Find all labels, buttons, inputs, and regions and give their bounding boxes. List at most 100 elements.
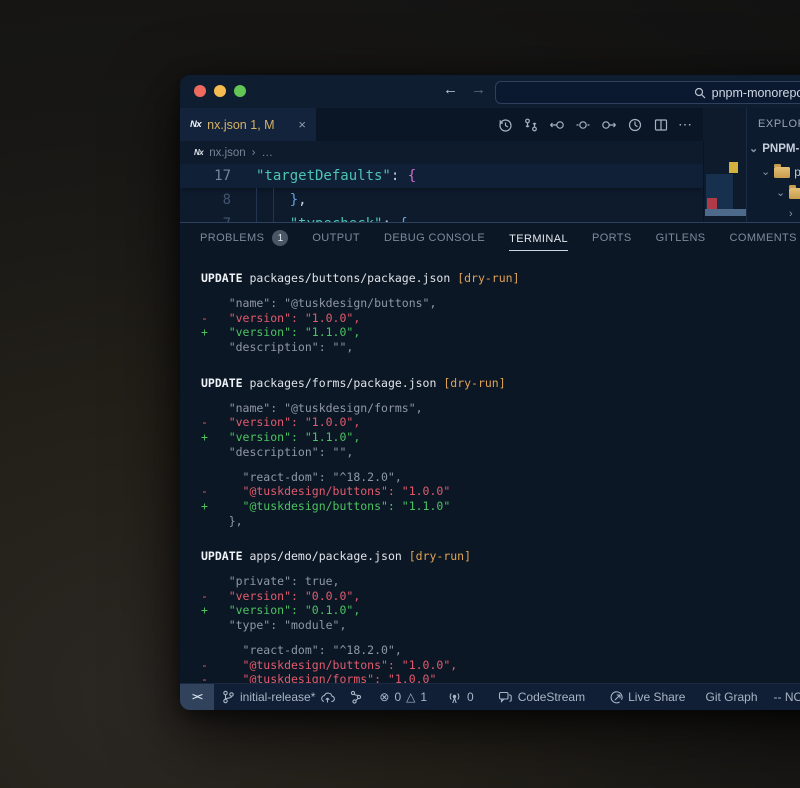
warning-count: 1	[420, 690, 427, 704]
broadcast-tower-icon	[447, 690, 462, 704]
nx-file-icon-small: Nx	[194, 148, 203, 157]
folder-open-icon	[789, 188, 800, 199]
line-number: 8	[180, 188, 236, 212]
remote-indicator[interactable]: ><	[180, 684, 214, 710]
traffic-lights	[194, 85, 246, 97]
nx-file-icon: Nx	[190, 119, 201, 130]
run-clock-icon[interactable]	[626, 116, 643, 133]
terminal-update-block-buttons: UPDATE packages/buttons/package.json [dr…	[201, 271, 800, 355]
vscode-window: ← → pnpm-monorepo Nx nx.json 1, M × ⋯ Nx…	[180, 75, 800, 710]
panel-tab-bar: PROBLEMS1 OUTPUT DEBUG CONSOLE TERMINAL …	[180, 223, 800, 253]
breadcrumb-separator-icon: ›	[252, 147, 256, 159]
tab-ports[interactable]: PORTS	[592, 223, 632, 253]
tab-terminal[interactable]: TERMINAL	[509, 223, 568, 253]
diff-context-line: "react-dom": "^18.2.0",	[201, 643, 800, 658]
git-branch-icon	[222, 690, 235, 704]
more-actions-icon[interactable]: ⋯	[678, 116, 693, 133]
tab-debug-console[interactable]: DEBUG CONSOLE	[384, 223, 485, 253]
terminal-output: UPDATE packages/buttons/package.json [dr…	[180, 253, 800, 702]
update-header: UPDATE packages/buttons/package.json [dr…	[201, 271, 800, 286]
diff-added-line: + "version": "1.1.0",	[201, 430, 800, 445]
explorer-tree-item[interactable]: ›	[789, 209, 793, 220]
navigate-back-button[interactable]: ←	[443, 81, 458, 98]
explorer-root-item[interactable]: ⌄ PNPM-MONOREPO	[749, 143, 800, 155]
problems-status[interactable]: ⊗ 0 △ 1	[379, 690, 427, 704]
breadcrumb: Nx nx.json › …	[180, 141, 717, 164]
live-share-icon	[609, 690, 623, 704]
folder-open-icon	[774, 167, 790, 178]
commit-graph-icon	[349, 690, 363, 704]
title-bar: ← → pnpm-monorepo	[180, 75, 800, 108]
navigate-forward-button[interactable]: →	[471, 81, 486, 98]
editor-line-7: 7 "typecheck": {	[180, 212, 703, 222]
tab-output[interactable]: OUTPUT	[312, 223, 360, 253]
explorer-sidebar: EXPLORER ⌄ PNPM-MONOREPO ⌄ packages ⌄ ›	[746, 108, 800, 222]
branch-name: initial-release*	[240, 690, 315, 704]
diff-context-line: "name": "@tuskdesign/forms",	[201, 401, 800, 416]
editor-line-17: 17 "targetDefaults": {	[180, 164, 703, 188]
problems-count-badge: 1	[272, 230, 288, 246]
broadcast-count: 0	[467, 690, 474, 704]
tab-nx-json[interactable]: Nx nx.json 1, M ×	[180, 108, 316, 141]
diff-removed-line: - "version": "1.0.0",	[201, 311, 800, 326]
update-header: UPDATE apps/demo/package.json [dry-run]	[201, 549, 800, 564]
diff-context-line: "description": "",	[201, 340, 800, 355]
explorer-folder-packages[interactable]: ⌄ packages	[761, 165, 800, 179]
diff-context-line: },	[201, 514, 800, 529]
gitlens-graph-button[interactable]	[349, 690, 363, 704]
diff-context-line: "name": "@tuskdesign/buttons",	[201, 296, 800, 311]
chevron-down-icon: ⌄	[749, 144, 758, 155]
search-icon	[694, 87, 706, 99]
diff-context-line: "type": "module",	[201, 618, 800, 633]
diff-added-line: + "version": "0.1.0",	[201, 603, 800, 618]
diff-added-line: + "version": "1.1.0",	[201, 325, 800, 340]
broadcast-status[interactable]: 0	[447, 690, 474, 704]
diff-context-line: "react-dom": "^18.2.0",	[201, 470, 800, 485]
close-window-button[interactable]	[194, 85, 206, 97]
codestream-button[interactable]: CodeStream	[498, 690, 585, 704]
error-icon: ⊗	[379, 691, 389, 703]
live-share-button[interactable]: Live Share	[609, 690, 685, 704]
codestream-icon	[498, 691, 513, 704]
tab-gitlens[interactable]: GITLENS	[656, 223, 706, 253]
breadcrumb-more[interactable]: …	[262, 147, 274, 159]
tab-label: nx.json 1, M	[207, 118, 274, 132]
tab-comments[interactable]: COMMENTS	[730, 223, 797, 253]
explorer-folder-item[interactable]: ⌄	[776, 188, 800, 199]
diff-removed-line: - "@tuskdesign/buttons": "1.0.0"	[201, 484, 800, 499]
terminal-update-block-forms: UPDATE packages/forms/package.json [dry-…	[201, 376, 800, 529]
editor-actions: ⋯	[496, 108, 693, 141]
warning-icon: △	[406, 691, 415, 703]
update-header: UPDATE packages/forms/package.json [dry-…	[201, 376, 800, 391]
terminal-update-block-demo: UPDATE apps/demo/package.json [dry-run] …	[201, 549, 800, 687]
arrow-right-circle-icon[interactable]	[600, 116, 617, 133]
minimize-window-button[interactable]	[214, 85, 226, 97]
git-branch-status[interactable]: initial-release*	[222, 690, 335, 704]
chevron-down-icon: ⌄	[776, 188, 785, 199]
cloud-upload-icon	[320, 691, 335, 704]
vim-mode-indicator: -- NORMAL --	[774, 690, 800, 704]
minimap-scroll-bar[interactable]	[705, 209, 746, 216]
breadcrumb-file[interactable]: nx.json	[209, 147, 245, 159]
split-editor-icon[interactable]	[652, 116, 669, 133]
timeline-history-icon[interactable]	[496, 116, 513, 133]
diff-removed-line: - "@tuskdesign/buttons": "1.0.0",	[201, 658, 800, 673]
diff-removed-line: - "version": "1.0.0",	[201, 415, 800, 430]
diff-added-line: + "@tuskdesign/buttons": "1.1.0"	[201, 499, 800, 514]
close-tab-icon[interactable]: ×	[298, 118, 306, 131]
editor-line-8: 8 },	[180, 188, 703, 212]
diff-context-line: "private": true,	[201, 574, 800, 589]
zoom-window-button[interactable]	[234, 85, 246, 97]
diff-context-line: "description": "",	[201, 445, 800, 460]
git-compare-icon[interactable]	[522, 116, 539, 133]
bottom-panel: PROBLEMS1 OUTPUT DEBUG CONSOLE TERMINAL …	[180, 222, 800, 685]
tab-problems[interactable]: PROBLEMS1	[200, 223, 288, 253]
command-center-search[interactable]: pnpm-monorepo	[495, 81, 800, 104]
arrow-left-circle-icon[interactable]	[548, 116, 565, 133]
circle-icon[interactable]	[574, 116, 591, 133]
minimap[interactable]	[703, 141, 747, 222]
git-graph-button[interactable]: Git Graph	[705, 690, 757, 704]
diff-removed-line: - "version": "0.0.0",	[201, 589, 800, 604]
chevron-down-icon: ⌄	[761, 167, 770, 178]
line-number: 17	[180, 164, 236, 188]
